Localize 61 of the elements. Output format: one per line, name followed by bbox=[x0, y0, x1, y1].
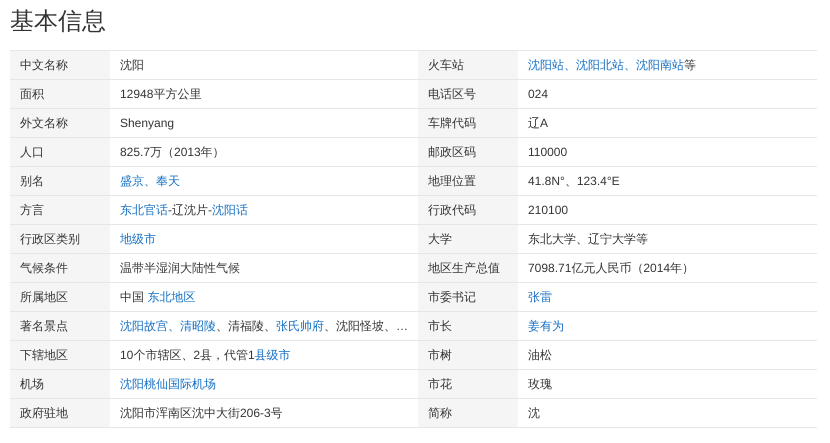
field-label: 火车站 bbox=[418, 51, 518, 79]
link[interactable]: 张雷 bbox=[528, 288, 552, 306]
link[interactable]: 张氏帅府 bbox=[276, 317, 324, 335]
field-label: 气候条件 bbox=[10, 254, 110, 282]
link[interactable]: 盛京、奉天 bbox=[120, 172, 180, 190]
value-text: 7098.71亿元人民币（2014年） bbox=[528, 260, 694, 277]
value-text: 825.7万（2013年） bbox=[120, 144, 225, 161]
field-label: 面积 bbox=[10, 80, 110, 108]
link[interactable]: 东北官话 bbox=[120, 201, 168, 219]
value-text: 41.8N°、123.4°E bbox=[528, 173, 620, 190]
field-label: 机场 bbox=[10, 370, 110, 398]
value-text: 110000 bbox=[528, 144, 568, 161]
field-label: 行政代码 bbox=[418, 196, 518, 224]
value-text: Shenyang bbox=[120, 115, 174, 132]
link[interactable]: 姜有为 bbox=[528, 317, 564, 335]
field-label: 市花 bbox=[418, 370, 518, 398]
link[interactable]: 沈阳话 bbox=[212, 201, 248, 219]
link[interactable]: 县级市 bbox=[254, 346, 291, 364]
link[interactable]: 沈阳故宫、清昭陵 bbox=[120, 317, 216, 335]
field-label: 方言 bbox=[10, 196, 110, 224]
value-text: 油松 bbox=[528, 347, 552, 364]
field-label: 地理位置 bbox=[418, 167, 518, 195]
field-label: 市树 bbox=[418, 341, 518, 369]
value-text: -辽沈片- bbox=[168, 202, 212, 219]
field-label: 电话区号 bbox=[418, 80, 518, 108]
value-text: 12948平方公里 bbox=[120, 86, 202, 103]
section-title: 基本信息 bbox=[10, 7, 106, 37]
value-text: 辽A bbox=[528, 115, 548, 132]
value-text: 沈 bbox=[528, 405, 540, 422]
value-text: 10个市辖区、2县，代管1 bbox=[120, 347, 255, 364]
value-text: 等 bbox=[684, 57, 696, 74]
field-label: 著名景点 bbox=[10, 312, 110, 340]
field-label: 地区生产总值 bbox=[418, 254, 518, 282]
field-label: 政府驻地 bbox=[10, 399, 110, 427]
field-label: 市长 bbox=[418, 312, 518, 340]
field-label: 行政区类别 bbox=[10, 225, 110, 253]
field-label: 下辖地区 bbox=[10, 341, 110, 369]
link[interactable]: 沈阳桃仙国际机场 bbox=[120, 375, 216, 393]
value-text: 、沈阳怪坡、… bbox=[324, 318, 408, 335]
field-label: 大学 bbox=[418, 225, 518, 253]
field-label: 中文名称 bbox=[10, 51, 110, 79]
link[interactable]: 地级市 bbox=[120, 230, 156, 248]
value-text: 中国 bbox=[120, 289, 145, 306]
value-text: 东北大学、辽宁大学等 bbox=[528, 231, 648, 248]
value-text: 210100 bbox=[528, 202, 568, 219]
value-text: 沈阳市浑南区沈中大街206-3号 bbox=[120, 405, 283, 422]
field-label: 别名 bbox=[10, 167, 110, 195]
field-label: 市委书记 bbox=[418, 283, 518, 311]
value-text: 024 bbox=[528, 86, 548, 103]
value-text: 玫瑰 bbox=[528, 376, 552, 393]
value-text: 沈阳 bbox=[120, 57, 144, 74]
link[interactable]: 东北地区 bbox=[147, 288, 196, 306]
value-text: 温带半湿润大陆性气候 bbox=[120, 260, 240, 277]
field-label: 外文名称 bbox=[10, 109, 110, 137]
field-label: 邮政区码 bbox=[418, 138, 518, 166]
field-label: 简称 bbox=[418, 399, 518, 427]
value-text: 、清福陵、 bbox=[216, 318, 276, 335]
field-label: 车牌代码 bbox=[418, 109, 518, 137]
link[interactable]: 沈阳站、沈阳北站、沈阳南站 bbox=[528, 56, 684, 74]
field-label: 所属地区 bbox=[10, 283, 110, 311]
field-label: 人口 bbox=[10, 138, 110, 166]
